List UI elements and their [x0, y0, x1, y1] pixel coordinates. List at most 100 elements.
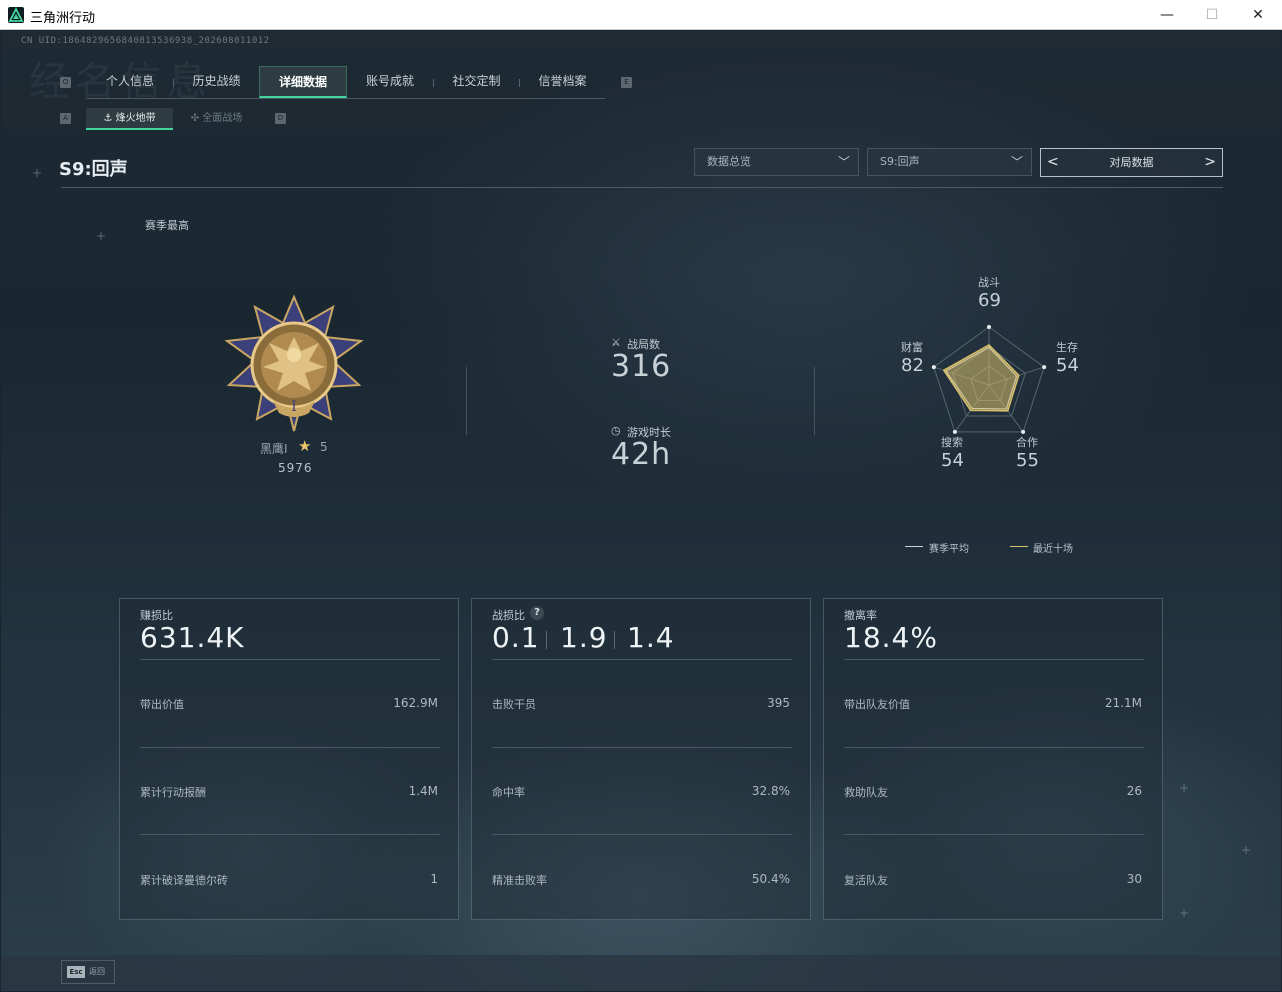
row-label: 累计破译曼德尔砖: [140, 874, 228, 887]
card-headline-value: 18.4%: [844, 621, 938, 654]
tab-prev-key-hint[interactable]: Q: [60, 77, 71, 88]
radar-label-combat: 战斗: [978, 276, 1000, 289]
crosshair-decoration-icon: +: [96, 229, 107, 243]
help-icon[interactable]: ?: [530, 606, 544, 620]
main-content: 经名信息 CN UID:1864829656840813536938_20260…: [1, 31, 1281, 991]
subtab-hazard-zone-label: 烽火地带: [115, 113, 156, 124]
row-value: 30: [1126, 872, 1142, 886]
main-tabs: 个人信息 历史战绩 详细数据 账号成就 社交定制 信誉档案: [87, 66, 605, 99]
subtab-next-key-hint[interactable]: D: [275, 113, 286, 124]
subtab-all-out-war-label: 全面战场: [202, 113, 243, 124]
extraction-stats-card: 撤离率 18.4% 带出队友价值 21.1M 救助队友 26 复活队友 30: [823, 598, 1163, 920]
row-label: 命中率: [492, 786, 525, 799]
chevron-left-icon[interactable]: <: [1047, 149, 1059, 176]
row-value: 1.4M: [408, 784, 438, 798]
section-divider: [466, 367, 467, 435]
crosshair-decoration-icon: +: [1241, 843, 1252, 857]
match-data-switcher: < 对局数据 >: [1040, 148, 1223, 177]
app-logo-icon: [8, 7, 24, 23]
row-value: 26: [1126, 784, 1142, 798]
row-value: 21.1M: [1104, 696, 1142, 710]
match-data-switcher-label: 对局数据: [1109, 156, 1154, 169]
tab-achievements[interactable]: 账号成就: [347, 66, 433, 98]
subtab-hazard-zone[interactable]: ⚓ 烽火地带: [86, 108, 173, 130]
esc-key-hint: Esc: [67, 966, 85, 978]
ability-radar-chart: [931, 325, 1047, 434]
star-icon: ★: [298, 437, 312, 455]
season-dropdown-value: S9:回声: [880, 155, 920, 168]
legend-season-avg-label: 赛季平均: [929, 544, 969, 555]
playtime-value: 42h: [611, 437, 672, 472]
season-dropdown[interactable]: S9:回声 ﹀: [867, 148, 1032, 176]
radar-value-search: 54: [941, 450, 964, 471]
card-headline-value-2: 1.9: [560, 621, 608, 654]
tab-match-history[interactable]: 历史战绩: [174, 66, 259, 98]
rank-score: 5976: [278, 461, 313, 475]
header-divider: [61, 187, 1223, 188]
radar-vertex-dot: [1042, 365, 1047, 370]
season-title: S9:回声: [59, 159, 128, 180]
row-label: 带出价值: [140, 698, 184, 711]
crosshair-decoration-icon: +: [32, 166, 43, 180]
radar-label-survival: 生存: [1056, 341, 1078, 354]
chevron-down-icon: ﹀: [1010, 155, 1023, 169]
value-separator: [614, 631, 615, 649]
user-id-label: CN UID:1864829656840813536938_2026080110…: [21, 36, 270, 46]
legend-recent-ten-line: [1010, 546, 1028, 547]
chevron-right-icon[interactable]: >: [1204, 149, 1216, 176]
subtab-prev-key-hint[interactable]: A: [60, 113, 71, 124]
card-headline-value: 631.4K: [140, 621, 245, 654]
card-divider: [844, 834, 1144, 835]
row-value: 162.9M: [393, 696, 438, 710]
card-headline-value-1: 0.1: [492, 621, 540, 654]
tab-detailed-data[interactable]: 详细数据: [259, 66, 347, 98]
rank-medal-icon: I: [221, 293, 367, 437]
row-label: 救助队友: [844, 786, 888, 799]
back-label: 返回: [89, 967, 105, 976]
rank-star-count: 5: [320, 440, 328, 454]
card-divider: [492, 659, 792, 660]
medal-numeral: I: [291, 399, 297, 415]
row-value: 32.8%: [751, 784, 790, 798]
maximize-button[interactable]: ☐: [1189, 0, 1235, 30]
clock-icon: ◷: [611, 424, 621, 437]
value-separator: [546, 631, 547, 649]
crossed-swords-icon: ⚔: [611, 336, 621, 349]
card-divider: [140, 834, 440, 835]
row-value: 395: [767, 696, 790, 710]
radar-vertex-dot: [987, 325, 991, 329]
row-value: 50.4%: [751, 872, 790, 886]
matches-value: 316: [611, 349, 672, 384]
card-divider: [140, 659, 440, 660]
back-button[interactable]: Esc 返回: [61, 960, 115, 984]
radar-label-search: 搜索: [941, 436, 963, 449]
row-value: 1: [430, 872, 438, 886]
radar-label-wealth: 财富: [901, 341, 923, 354]
radar-vertex-dot: [931, 365, 936, 370]
data-overview-dropdown-value: 数据总览: [707, 155, 751, 168]
tab-reputation[interactable]: 信誉档案: [520, 66, 605, 98]
tab-next-key-hint[interactable]: E: [621, 77, 632, 88]
profit-stats-card: 赚损比 631.4K 带出价值 162.9M 累计行动报酬 1.4M 累计破译曼…: [119, 598, 459, 920]
radar-value-survival: 54: [1056, 355, 1079, 376]
crosshair-decoration-icon: +: [1179, 906, 1190, 920]
radar-label-cooperation: 合作: [1016, 436, 1038, 449]
footer-bar: [1, 955, 1281, 991]
legend-season-avg-line: [905, 546, 923, 547]
card-divider: [844, 659, 1144, 660]
radar-value-wealth: 82: [901, 355, 924, 376]
combat-stats-card: 战损比 ? 0.1 1.9 1.4 击败干员 395 命中率 32.8% 精准击…: [471, 598, 811, 920]
card-divider: [492, 747, 792, 748]
row-label: 带出队友价值: [844, 698, 910, 711]
card-headline-value-3: 1.4: [627, 621, 675, 654]
tab-social-custom[interactable]: 社交定制: [434, 66, 519, 98]
subtab-all-out-war[interactable]: ✣ 全面战场: [173, 108, 260, 130]
data-overview-dropdown[interactable]: 数据总览 ﹀: [694, 148, 859, 176]
close-button[interactable]: ✕: [1235, 0, 1281, 30]
season-best-label: 赛季最高: [145, 219, 189, 232]
row-label: 复活队友: [844, 874, 888, 887]
tab-personal-info[interactable]: 个人信息: [87, 66, 173, 98]
card-divider: [492, 834, 792, 835]
card-divider: [844, 747, 1144, 748]
minimize-button[interactable]: —: [1144, 0, 1190, 30]
